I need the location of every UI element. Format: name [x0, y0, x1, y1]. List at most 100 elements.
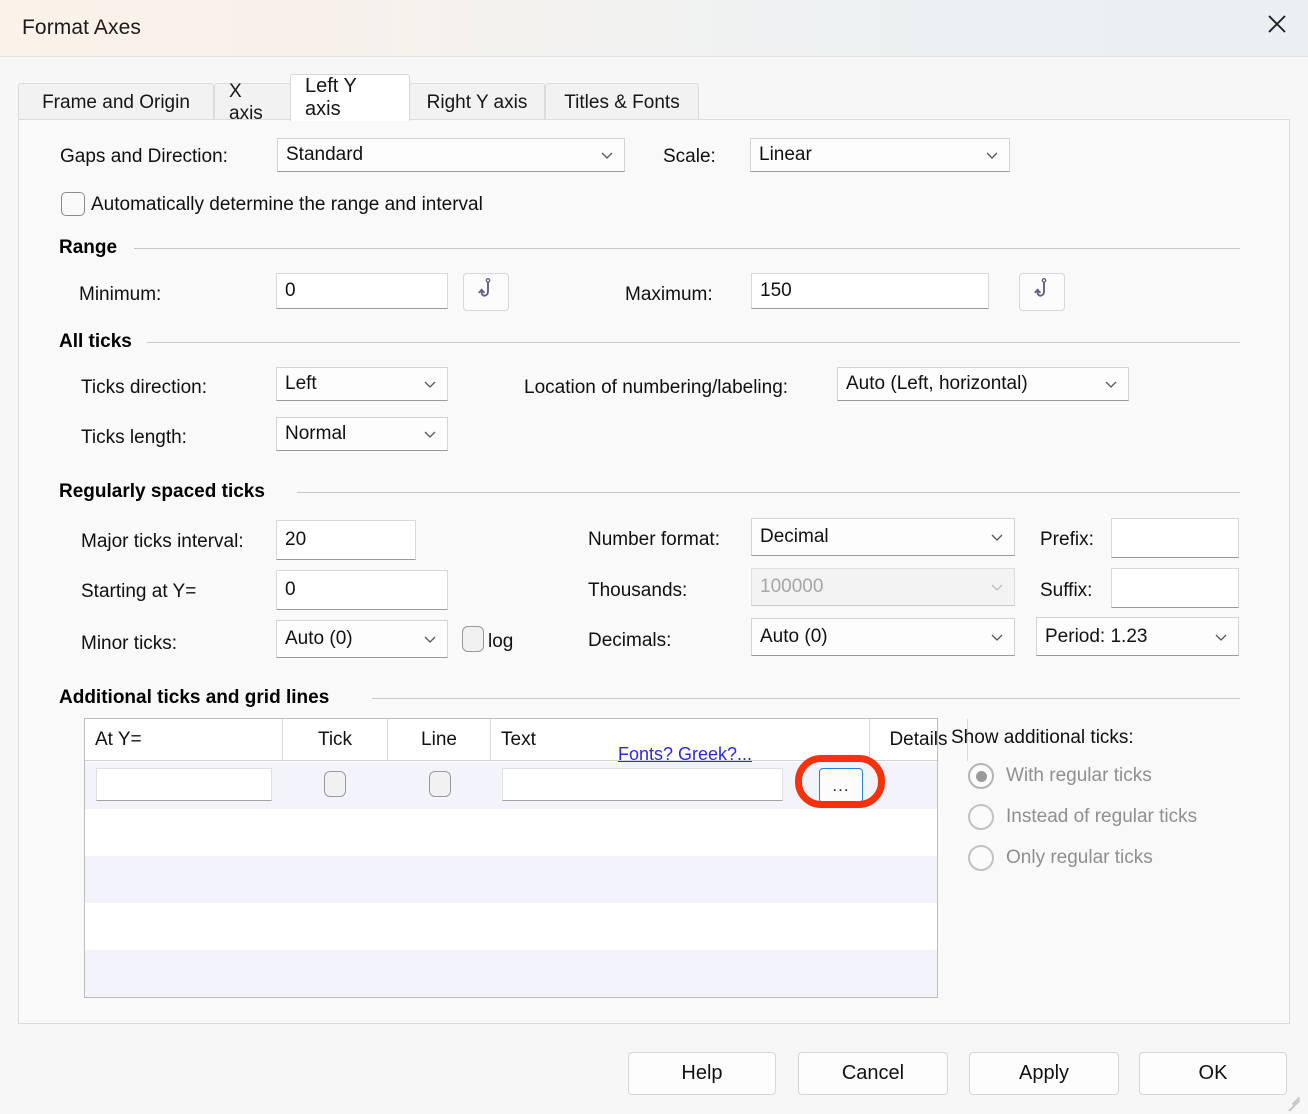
help-button[interactable]: Help: [628, 1052, 776, 1095]
minimum-hook-button[interactable]: [463, 273, 509, 311]
location-numbering-label: Location of numbering/labeling:: [524, 377, 788, 399]
ticks-direction-label: Ticks direction:: [81, 377, 207, 399]
period-format-value: Period: 1.23: [1045, 626, 1212, 648]
close-icon: [1265, 12, 1289, 36]
ok-button[interactable]: OK: [1139, 1052, 1287, 1095]
tab-label: Left Y axis: [305, 75, 395, 121]
tab-strip: Frame and Origin X axis Left Y axis Righ…: [0, 57, 1308, 121]
tab-label: Right Y axis: [427, 92, 528, 114]
number-format-label: Number format:: [588, 529, 720, 551]
chevron-down-icon: [988, 628, 1006, 646]
range-section-title: Range: [59, 237, 117, 259]
show-additional-ticks-label: Show additional ticks:: [951, 727, 1134, 749]
table-row[interactable]: [85, 903, 937, 950]
all-ticks-section-rule: [147, 342, 1240, 343]
tab-right-y-axis[interactable]: Right Y axis: [409, 83, 545, 121]
decimals-select[interactable]: Auto (0): [751, 618, 1015, 656]
apply-button[interactable]: Apply: [969, 1052, 1119, 1095]
tick-checkbox[interactable]: [324, 771, 346, 797]
scale-select[interactable]: Linear: [750, 138, 1010, 172]
location-numbering-select[interactable]: Auto (Left, horizontal): [837, 367, 1129, 401]
chevron-down-icon: [983, 146, 1001, 164]
radio-icon: [968, 763, 994, 789]
chevron-down-icon: [988, 578, 1006, 596]
at-y-input[interactable]: [96, 768, 272, 801]
title-bar: Format Axes: [0, 0, 1308, 57]
chevron-down-icon: [421, 375, 439, 393]
details-button[interactable]: ...: [819, 768, 863, 803]
radio-label: Only regular ticks: [1006, 847, 1153, 869]
range-section-rule: [134, 248, 1240, 249]
suffix-label: Suffix:: [1040, 580, 1092, 602]
minor-ticks-label: Minor ticks:: [81, 633, 177, 655]
minimum-value: 0: [285, 280, 296, 302]
prefix-input[interactable]: [1111, 518, 1239, 558]
number-format-select[interactable]: Decimal: [751, 518, 1015, 556]
fish-hook-icon: [1031, 277, 1053, 308]
major-ticks-interval-input[interactable]: 20: [276, 520, 416, 560]
regular-ticks-section-title: Regularly spaced ticks: [59, 481, 265, 503]
additional-ticks-section-title: Additional ticks and grid lines: [59, 687, 329, 709]
starting-at-y-label: Starting at Y=: [81, 581, 196, 603]
location-numbering-value: Auto (Left, horizontal): [846, 373, 1102, 395]
prefix-label: Prefix:: [1040, 529, 1094, 551]
gaps-direction-select[interactable]: Standard: [277, 138, 625, 172]
chevron-down-icon: [598, 146, 616, 164]
log-checkbox[interactable]: [462, 626, 484, 652]
auto-range-checkbox[interactable]: [61, 192, 85, 216]
table-header: At Y= Tick Line Text Details: [85, 719, 937, 761]
major-ticks-interval-value: 20: [285, 529, 306, 551]
minor-ticks-select[interactable]: Auto (0): [276, 620, 448, 658]
radio-icon: [968, 804, 994, 830]
ticks-length-label: Ticks length:: [81, 427, 187, 449]
tab-frame-and-origin[interactable]: Frame and Origin: [18, 83, 214, 121]
gaps-direction-label: Gaps and Direction:: [60, 146, 228, 168]
tab-left-y-axis[interactable]: Left Y axis: [290, 74, 410, 121]
line-checkbox[interactable]: [429, 771, 451, 797]
chevron-down-icon: [421, 425, 439, 443]
auto-range-label: Automatically determine the range and in…: [91, 194, 483, 216]
radio-label: With regular ticks: [1006, 765, 1152, 787]
resize-grip[interactable]: [1284, 1091, 1304, 1111]
column-header-at-y: At Y=: [85, 719, 283, 761]
ticks-direction-select[interactable]: Left: [276, 367, 448, 401]
tab-titles-and-fonts[interactable]: Titles & Fonts: [545, 83, 699, 121]
fonts-greek-link[interactable]: Fonts? Greek?...: [618, 744, 752, 765]
chevron-down-icon: [421, 630, 439, 648]
table-row[interactable]: [85, 856, 937, 903]
radio-instead-of-regular-ticks[interactable]: Instead of regular ticks: [968, 804, 1197, 830]
thousands-label: Thousands:: [588, 580, 687, 602]
chevron-down-icon: [1212, 628, 1230, 646]
all-ticks-section-title: All ticks: [59, 331, 132, 353]
table-row[interactable]: [85, 950, 937, 997]
additional-ticks-table: At Y= Tick Line Text Details Fonts? Gree…: [84, 718, 938, 998]
period-format-select[interactable]: Period: 1.23: [1036, 617, 1239, 656]
radio-label: Instead of regular ticks: [1006, 806, 1197, 828]
minimum-input[interactable]: 0: [276, 273, 448, 309]
tab-x-axis[interactable]: X axis: [214, 83, 292, 121]
starting-at-y-value: 0: [285, 579, 296, 601]
close-button[interactable]: [1246, 0, 1308, 47]
radio-with-regular-ticks[interactable]: With regular ticks: [968, 763, 1152, 789]
radio-only-regular-ticks[interactable]: Only regular ticks: [968, 845, 1153, 871]
minimum-label: Minimum:: [79, 284, 161, 306]
table-row[interactable]: [85, 809, 937, 856]
major-ticks-interval-label: Major ticks interval:: [81, 531, 244, 553]
decimals-label: Decimals:: [588, 630, 671, 652]
thousands-select[interactable]: 100000: [751, 568, 1015, 606]
scale-value: Linear: [759, 144, 983, 166]
chevron-down-icon: [1102, 375, 1120, 393]
fish-hook-icon: [475, 277, 497, 308]
ticks-direction-value: Left: [285, 373, 421, 395]
suffix-input[interactable]: [1111, 568, 1239, 608]
column-header-tick: Tick: [283, 719, 388, 761]
radio-icon: [968, 845, 994, 871]
ticks-length-select[interactable]: Normal: [276, 417, 448, 451]
maximum-input[interactable]: 150: [751, 273, 989, 309]
thousands-value: 100000: [760, 576, 988, 598]
cancel-button[interactable]: Cancel: [798, 1052, 948, 1095]
starting-at-y-input[interactable]: 0: [276, 570, 448, 610]
tick-text-input[interactable]: [502, 768, 783, 801]
window-title: Format Axes: [22, 16, 141, 40]
maximum-hook-button[interactable]: [1019, 273, 1065, 311]
